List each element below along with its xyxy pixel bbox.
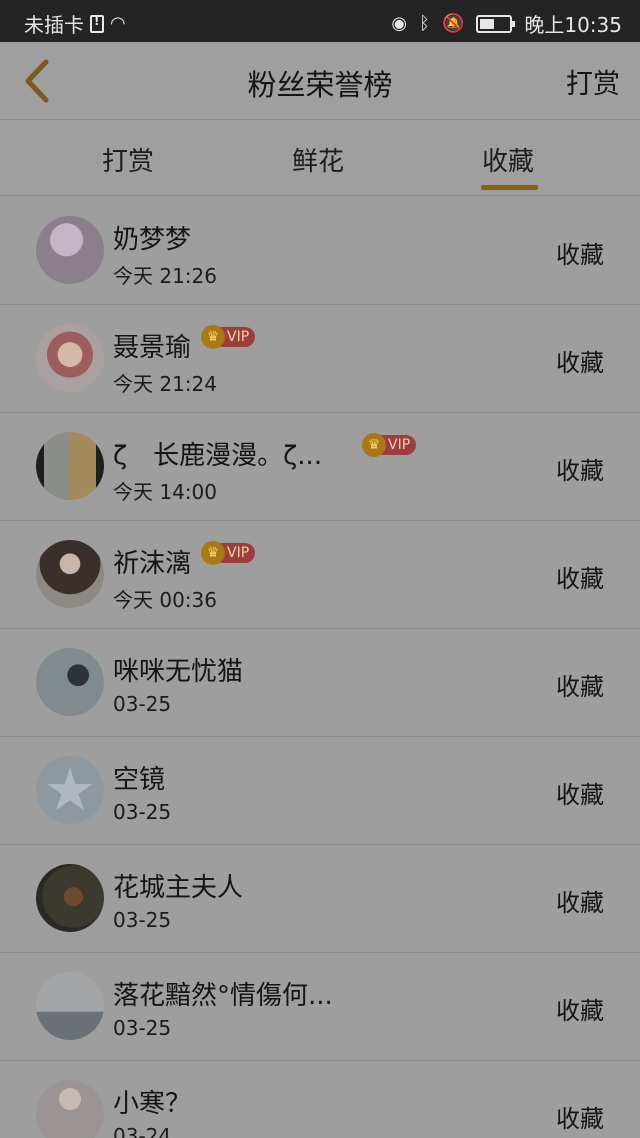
crown-icon: ♛ [362, 433, 386, 457]
tab-collect[interactable]: 收藏 [482, 141, 534, 178]
status-right: ◉ ᛒ 🔕 晚上10:35 [391, 9, 622, 38]
crown-icon: ♛ [201, 325, 225, 349]
active-tab-indicator [481, 185, 538, 190]
fan-time: 今天 14:00 [113, 480, 217, 504]
tab-reward[interactable]: 打赏 [102, 141, 154, 178]
collect-label: 收藏 [556, 241, 604, 269]
fan-name: 祈沫漓 [113, 549, 192, 579]
tab-bar: 打赏 鲜花 收藏 [0, 121, 640, 196]
fan-time: 03-25 [113, 800, 172, 824]
wifi-icon: ◠ [110, 13, 126, 34]
fan-name: 聂景瑜 [113, 333, 192, 363]
collect-label: 收藏 [556, 781, 604, 809]
sim-warning-icon [90, 14, 104, 33]
avatar[interactable] [36, 540, 104, 608]
list-item[interactable]: 落花黯然°情傷何... 03-25 收藏 [0, 953, 640, 1061]
list-item[interactable]: 聂景瑜 ♛ VIP 今天 21:24 收藏 [0, 305, 640, 413]
eye-icon: ◉ [391, 13, 408, 34]
list-item[interactable]: 祈沫漓 ♛ VIP 今天 00:36 收藏 [0, 521, 640, 629]
status-left: 未插卡 ◠ [24, 9, 126, 38]
collect-label: 收藏 [556, 889, 604, 917]
avatar[interactable] [36, 1080, 104, 1138]
fan-time: 03-24 [113, 1124, 172, 1138]
bluetooth-icon: ᛒ [419, 13, 430, 34]
avatar[interactable] [36, 864, 104, 932]
collect-label: 收藏 [556, 673, 604, 701]
avatar[interactable] [36, 324, 104, 392]
reward-button[interactable]: 打赏 [566, 62, 620, 101]
list-item[interactable]: ζ 长鹿漫漫。ζ... ♛ VIP 今天 14:00 收藏 [0, 413, 640, 521]
avatar[interactable] [36, 216, 104, 284]
star-icon: ★ [44, 756, 96, 824]
list-item[interactable]: ★ 空镜 03-25 收藏 [0, 737, 640, 845]
vip-badge: ♛ VIP [362, 433, 417, 457]
collect-label: 收藏 [556, 457, 604, 485]
fan-name: 落花黯然°情傷何... [113, 981, 333, 1011]
fan-time: 今天 21:26 [113, 264, 217, 288]
collect-label: 收藏 [556, 1105, 604, 1133]
fan-list: 奶梦梦 今天 21:26 收藏 聂景瑜 ♛ VIP 今天 21:24 收藏 ζ … [0, 197, 640, 1138]
list-item[interactable]: 小寒？ 03-24 收藏 [0, 1061, 640, 1138]
fan-name: 空镜 [113, 765, 166, 795]
clock: 晚上10:35 [524, 13, 622, 37]
fan-time: 今天 21:24 [113, 372, 217, 396]
fan-name: ζ 长鹿漫漫。ζ... [113, 441, 323, 471]
fan-time: 今天 00:36 [113, 588, 217, 612]
fan-name: 花城主夫人 [113, 873, 244, 903]
collect-label: 收藏 [556, 349, 604, 377]
avatar[interactable]: ★ [36, 756, 104, 824]
avatar[interactable] [36, 648, 104, 716]
collect-label: 收藏 [556, 997, 604, 1025]
carrier-label: 未插卡 [24, 13, 84, 37]
list-item[interactable]: 咪咪无忧猫 03-25 收藏 [0, 629, 640, 737]
notifications-off-icon: 🔕 [441, 13, 465, 34]
fan-name: 奶梦梦 [113, 225, 192, 255]
fan-name: 咪咪无忧猫 [113, 657, 244, 687]
fan-time: 03-25 [113, 908, 172, 932]
crown-icon: ♛ [201, 541, 225, 565]
battery-icon [476, 14, 516, 33]
vip-badge: ♛ VIP [201, 541, 256, 565]
navigation-header: 粉丝荣誉榜 打赏 [0, 42, 640, 120]
page-title: 粉丝荣誉榜 [247, 68, 393, 102]
vip-badge: ♛ VIP [201, 325, 256, 349]
list-item[interactable]: 花城主夫人 03-25 收藏 [0, 845, 640, 953]
avatar[interactable] [36, 432, 104, 500]
fan-time: 03-25 [113, 692, 172, 716]
avatar[interactable] [36, 972, 104, 1040]
collect-label: 收藏 [556, 565, 604, 593]
list-item[interactable]: 奶梦梦 今天 21:26 收藏 [0, 197, 640, 305]
fan-time: 03-25 [113, 1016, 172, 1040]
status-bar: 未插卡 ◠ ◉ ᛒ 🔕 晚上10:35 [0, 0, 640, 42]
fan-name: 小寒？ [113, 1089, 192, 1119]
tab-flowers[interactable]: 鲜花 [292, 141, 344, 178]
